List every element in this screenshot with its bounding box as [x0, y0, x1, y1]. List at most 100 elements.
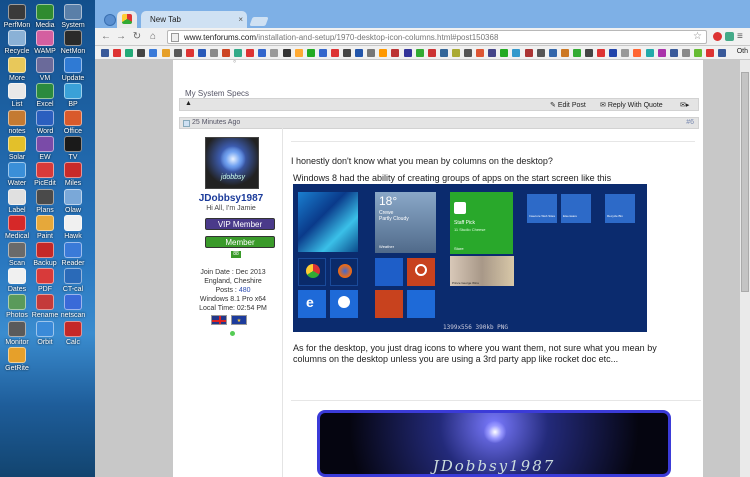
bookmark-favicon[interactable]: [427, 49, 436, 57]
bookmark-favicon[interactable]: [149, 49, 158, 57]
bookmark-favicon[interactable]: [633, 49, 642, 57]
extension-icons[interactable]: ≡: [713, 31, 747, 43]
bookmark-favicon[interactable]: [645, 49, 654, 57]
tab-forum[interactable]: [117, 11, 137, 28]
scrollbar[interactable]: [740, 60, 750, 477]
bookmark-favicon[interactable]: [173, 49, 182, 57]
desktop-icon-hawk[interactable]: Hawk: [58, 215, 88, 242]
bookmark-favicon[interactable]: [270, 49, 279, 57]
bookmark-favicon[interactable]: [161, 49, 170, 57]
bookmark-favicon[interactable]: [306, 49, 315, 57]
report-icon[interactable]: ▲: [185, 100, 192, 107]
bookmark-favicon[interactable]: [476, 49, 485, 57]
multiquote-icon[interactable]: ✉▸: [680, 101, 689, 109]
desktop-icon-calc[interactable]: Calc: [58, 320, 88, 348]
bookmark-favicon[interactable]: [355, 49, 364, 57]
desktop-icon-label: BP: [68, 101, 78, 109]
bookmark-favicon[interactable]: [137, 49, 146, 57]
bookmark-favicon[interactable]: [113, 49, 122, 57]
desktop-app-icon: [36, 83, 54, 100]
desktop-icon-miles[interactable]: Miles: [58, 162, 88, 189]
bookmark-favicon[interactable]: [209, 49, 218, 57]
bookmark-favicon[interactable]: [585, 49, 593, 57]
bookmark-favicon[interactable]: [597, 49, 606, 57]
bookmark-favicon[interactable]: [125, 49, 134, 57]
desktop-icon-getrite[interactable]: GetRite: [2, 347, 32, 374]
tile-teamviewer-small: [375, 258, 403, 286]
bookmark-favicon[interactable]: [234, 49, 243, 57]
post-number[interactable]: #6: [686, 119, 694, 126]
back-icon[interactable]: ←: [100, 31, 112, 43]
system-specs-link[interactable]: My System Specs: [185, 89, 249, 98]
bookmark-favicon[interactable]: [330, 49, 339, 57]
bookmark-favicon[interactable]: [282, 49, 291, 57]
desktop-app-icon: [64, 83, 82, 100]
scrollbar-thumb[interactable]: [741, 72, 749, 292]
desktop-icon-tv[interactable]: TV: [58, 136, 88, 163]
bookmark-favicon[interactable]: [500, 49, 509, 57]
reload-icon[interactable]: ↻: [131, 31, 143, 43]
bookmark-favicon[interactable]: [693, 49, 702, 57]
desktop-icon-office[interactable]: Office: [58, 109, 88, 137]
bookmark-favicon[interactable]: [706, 49, 714, 57]
bookmark-favicon[interactable]: [439, 49, 448, 57]
bookmark-favicon[interactable]: [464, 49, 472, 57]
desktop-icon-label: Hawk: [64, 233, 82, 241]
bookmark-favicon[interactable]: [101, 49, 109, 57]
bookmark-favicon[interactable]: [536, 49, 545, 57]
star-icon[interactable]: ☆: [693, 31, 702, 42]
bookmark-favicon[interactable]: [185, 49, 194, 57]
desktop-icon-netmon[interactable]: NetMon: [58, 30, 88, 57]
tile-store: Staff Pick 11 Studio Cheese Store: [450, 192, 513, 254]
bookmark-favicon[interactable]: [560, 49, 569, 57]
tab-new-tab[interactable]: New Tab ×: [141, 11, 247, 28]
bookmark-favicon[interactable]: [367, 49, 376, 57]
win8-start-screen-image[interactable]: 18° Crewe Partly Cloudy Weather Staff Pi…: [293, 184, 647, 332]
post-count-link[interactable]: 480: [239, 287, 251, 294]
desktop-icon-reader[interactable]: Reader: [58, 241, 88, 269]
desktop-icon-bp[interactable]: BP: [58, 83, 88, 110]
desktop-icon-ct-cal[interactable]: CT-cal: [58, 268, 88, 295]
bookmark-favicon[interactable]: [451, 49, 460, 57]
desktop-icon-update[interactable]: Update: [58, 56, 88, 84]
bookmark-favicon[interactable]: [318, 49, 327, 57]
tab-label: New Tab: [150, 15, 181, 24]
bookmark-favicon[interactable]: [197, 49, 206, 57]
bookmark-favicon[interactable]: [258, 49, 267, 57]
bookmark-favicon[interactable]: [488, 49, 497, 57]
edit-post-button[interactable]: ✎ Edit Post: [550, 101, 586, 109]
bookmark-favicon[interactable]: [609, 49, 618, 57]
bookmark-favicon[interactable]: [669, 49, 678, 57]
bookmark-favicon[interactable]: [379, 49, 388, 57]
bookmark-favicon[interactable]: [621, 49, 630, 57]
bookmark-favicon[interactable]: [681, 49, 690, 57]
user-avatar[interactable]: jdobbsy: [205, 137, 259, 189]
reply-quote-button[interactable]: ✉ Reply With Quote: [600, 101, 663, 109]
desktop-icon-label: Miles: [64, 180, 82, 188]
bookmark-favicon[interactable]: [512, 49, 521, 57]
bookmark-favicon[interactable]: [403, 49, 412, 57]
bookmark-favicon[interactable]: [391, 49, 400, 57]
bookmark-favicon[interactable]: [524, 49, 533, 57]
desktop-icon-olaw[interactable]: Olaw: [58, 188, 88, 216]
desktop-app-icon: [8, 136, 26, 152]
forward-icon[interactable]: →: [115, 31, 127, 43]
bookmark-favicon[interactable]: [415, 49, 424, 57]
bookmark-favicon[interactable]: [548, 49, 557, 57]
bookmark-other[interactable]: Oth: [737, 48, 748, 55]
bookmark-favicon[interactable]: [222, 49, 230, 57]
username[interactable]: JDobbsy1987: [179, 193, 283, 204]
new-tab-button[interactable]: [249, 17, 269, 26]
desktop-icon-system[interactable]: System: [58, 4, 88, 31]
bookmark-favicon[interactable]: [343, 49, 351, 57]
desktop-icon-netscan[interactable]: netscan: [58, 294, 88, 321]
post-footer-bar: ▲ ✎ Edit Post ✉ Reply With Quote ✉▸: [179, 98, 699, 111]
close-tab-icon[interactable]: ×: [238, 11, 243, 28]
address-bar[interactable]: www.tenforums.com/installation-and-setup…: [167, 30, 707, 44]
bookmark-favicon[interactable]: [657, 49, 666, 57]
bookmark-favicon[interactable]: [294, 49, 303, 57]
bookmark-favicon[interactable]: [718, 49, 727, 57]
bookmark-favicon[interactable]: [572, 49, 581, 57]
home-icon[interactable]: ⌂: [147, 31, 159, 43]
bookmark-favicon[interactable]: [246, 49, 255, 57]
